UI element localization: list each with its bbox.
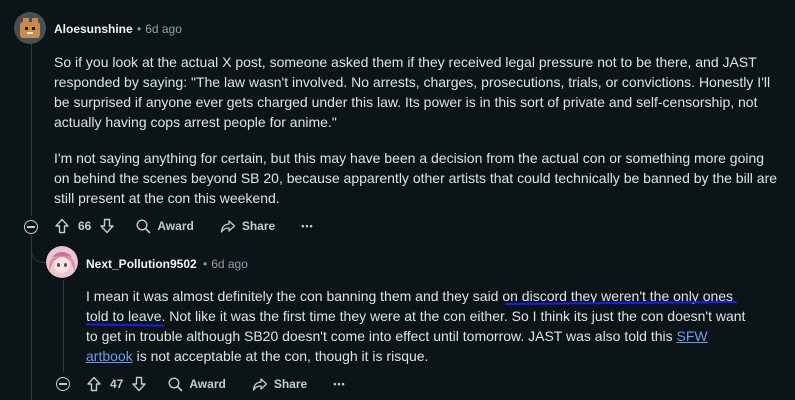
upvote-icon xyxy=(87,376,101,392)
comment-body: So if you look at the actual X post, som… xyxy=(54,52,779,208)
comment-paragraph: I mean it was almost definitely the con … xyxy=(86,286,756,366)
comment-body: I mean it was almost definitely the con … xyxy=(86,286,756,366)
upvote-button[interactable] xyxy=(54,218,70,234)
thread-line xyxy=(31,44,32,216)
collapse-icon[interactable] xyxy=(56,377,70,391)
comment-timestamp[interactable]: 6d ago xyxy=(211,257,248,271)
downvote-icon xyxy=(100,218,115,234)
comment-meta: • 6d ago xyxy=(133,22,182,36)
downvote-button[interactable] xyxy=(131,376,147,392)
meta-separator: • xyxy=(137,22,142,36)
comment-text: is not acceptable at the con, though it … xyxy=(132,348,429,364)
downvote-button[interactable] xyxy=(99,218,115,234)
comment-actions: 66 Award Share ••• xyxy=(54,218,314,234)
collapse-icon[interactable] xyxy=(24,220,38,234)
avatar[interactable] xyxy=(46,246,78,278)
comment-text: I mean it was almost definitely the con … xyxy=(86,288,746,344)
share-icon xyxy=(220,220,235,233)
downvote-icon xyxy=(132,376,147,392)
comment-meta: • 6d ago xyxy=(199,257,248,271)
thread-line xyxy=(31,235,32,400)
comment-paragraph: So if you look at the actual X post, som… xyxy=(54,54,771,130)
share-button[interactable]: Share xyxy=(252,376,307,392)
award-button[interactable]: Award xyxy=(167,376,226,392)
comment-timestamp[interactable]: 6d ago xyxy=(145,22,182,36)
vote-count: 47 xyxy=(110,377,124,391)
award-button[interactable]: Award xyxy=(135,218,194,234)
thread-line xyxy=(63,280,64,372)
comment-author[interactable]: Next_Pollution9502 xyxy=(86,257,197,271)
share-icon xyxy=(252,378,267,391)
meta-separator: • xyxy=(203,257,208,271)
share-button[interactable]: Share xyxy=(220,218,275,234)
share-label: Share xyxy=(241,219,276,233)
more-options-button[interactable]: ••• xyxy=(301,221,313,231)
vote-count: 66 xyxy=(78,219,92,233)
avatar[interactable] xyxy=(14,12,46,44)
upvote-button[interactable] xyxy=(86,376,102,392)
upvote-icon xyxy=(55,218,69,234)
award-label: Award xyxy=(189,377,226,391)
award-label: Award xyxy=(157,219,194,233)
more-options-button[interactable]: ••• xyxy=(333,379,345,389)
award-icon xyxy=(136,219,151,234)
comment-paragraph: I'm not saying anything for certain, but… xyxy=(54,150,778,206)
comment-author[interactable]: Aloesunshine xyxy=(54,22,133,36)
award-icon xyxy=(168,377,183,392)
comment-actions: 47 Award Share ••• xyxy=(86,376,346,392)
thread-connector xyxy=(31,246,46,263)
share-label: Share xyxy=(273,377,308,391)
